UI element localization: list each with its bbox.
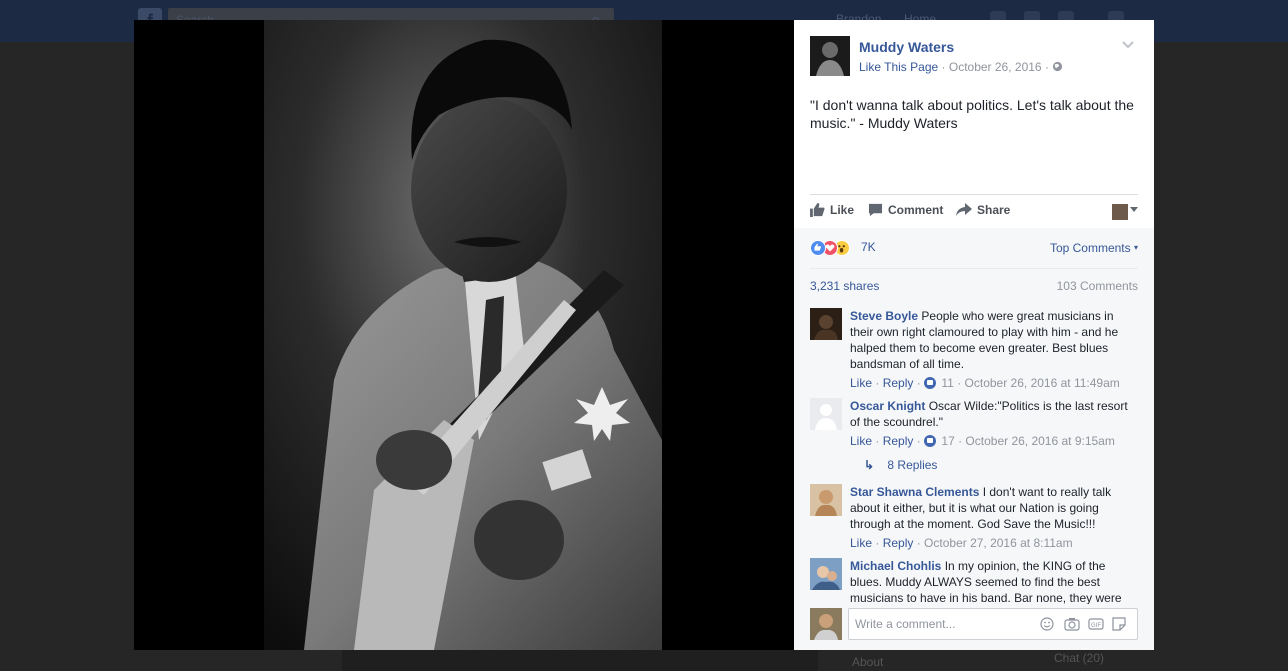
view-replies-link[interactable]: ↳ 8 Replies xyxy=(864,458,937,472)
like-page-link[interactable]: Like This Page xyxy=(859,60,938,74)
stats-row: 3,231 shares 103 Comments xyxy=(810,268,1138,303)
photo-stage[interactable] xyxy=(134,20,794,650)
comments-list[interactable]: Steve Boyle People who were great musici… xyxy=(794,302,1154,604)
post-text: "I don't wanna talk about politics. Let'… xyxy=(810,97,1134,131)
top-comments-label: Top Comments xyxy=(1049,241,1131,255)
commenter-avatar[interactable] xyxy=(810,308,842,340)
svg-text:GIF: GIF xyxy=(1091,623,1101,629)
top-comments-dropdown[interactable]: Top Comments ▾ xyxy=(1050,241,1138,255)
commenter-avatar[interactable] xyxy=(810,398,842,430)
share-label: Share xyxy=(977,203,1011,217)
comment-reply-link[interactable]: Reply xyxy=(883,536,914,550)
comment-like-link[interactable]: Like xyxy=(850,376,872,390)
comment-body: Oscar Knight Oscar Wilde:"Politics is th… xyxy=(850,398,1128,430)
comment-time[interactable]: October 27, 2016 at 8:11am xyxy=(924,536,1073,550)
meta-separator: · xyxy=(941,60,946,74)
commenter-name[interactable]: Michael Chohlis xyxy=(850,559,941,573)
comment: Michael Chohlis In my opinion, the KING … xyxy=(810,552,1132,604)
post-side-panel: Muddy Waters Like This Page · October 26… xyxy=(794,20,1154,650)
comment-body: Steve Boyle People who were great musici… xyxy=(850,308,1128,372)
post-date[interactable]: October 26, 2016 xyxy=(949,60,1042,74)
comments-count[interactable]: 103 Comments xyxy=(1057,279,1138,293)
acting-as-avatar[interactable] xyxy=(1112,204,1128,220)
camera-icon[interactable] xyxy=(1064,617,1080,631)
commenter-avatar[interactable] xyxy=(810,558,842,590)
comment-body: Star Shawna Clements I don't want to rea… xyxy=(850,484,1128,532)
post-photo xyxy=(264,20,662,650)
commenter-name[interactable]: Star Shawna Clements xyxy=(850,485,979,499)
shares-count[interactable]: 3,231 shares xyxy=(810,279,879,293)
about-link: About xyxy=(852,655,884,669)
comment-actions: Like · Reply · October 27, 2016 at 8:11a… xyxy=(850,536,1073,550)
share-arrow-icon xyxy=(956,203,972,216)
post-options-chevron-icon[interactable] xyxy=(1122,38,1134,52)
dropdown-caret-icon: ▾ xyxy=(1133,243,1138,252)
emoji-icon[interactable] xyxy=(1040,617,1054,631)
like-reaction-icon xyxy=(810,240,826,256)
like-count-icon xyxy=(924,377,937,389)
reply-arrow-icon: ↳ xyxy=(864,458,875,472)
page-avatar-image xyxy=(810,36,850,76)
meta-separator: · xyxy=(1044,60,1049,74)
comment-reply-link[interactable]: Reply xyxy=(883,434,914,448)
post-header: Muddy Waters Like This Page · October 26… xyxy=(810,36,1138,80)
commenter-name[interactable]: Oscar Knight xyxy=(850,399,925,413)
sticker-icon[interactable] xyxy=(1112,617,1126,631)
like-button[interactable]: Like xyxy=(810,203,854,217)
comment: Oscar Knight Oscar Wilde:"Politics is th… xyxy=(810,392,1132,478)
acting-as-caret-icon[interactable] xyxy=(1130,207,1138,212)
thumbs-up-icon xyxy=(810,203,825,217)
musician-photo-image xyxy=(264,20,662,650)
comment-actions: Like · Reply · 11 · October 26, 2016 at … xyxy=(850,376,1120,390)
comment-reply-link[interactable]: Reply xyxy=(883,376,914,390)
post-action-bar: Like Comment Share xyxy=(810,194,1138,229)
comment-like-link[interactable]: Like xyxy=(850,536,872,550)
reactions-bar: 7K Top Comments ▾ xyxy=(794,228,1154,268)
background-feed-strip xyxy=(342,650,818,671)
comment-label: Comment xyxy=(888,203,944,217)
commenter-name[interactable]: Steve Boyle xyxy=(850,309,918,323)
current-user-avatar xyxy=(810,608,842,640)
comment-actions: Like · Reply · 17 · October 26, 2016 at … xyxy=(850,434,1115,448)
comment-like-link[interactable]: Like xyxy=(850,434,872,448)
comment: Steve Boyle People who were great musici… xyxy=(810,302,1132,392)
stats-bar: 3,231 shares 103 Comments xyxy=(794,268,1154,303)
comment-like-count[interactable]: 11 xyxy=(941,376,953,390)
gif-icon[interactable]: GIF xyxy=(1088,617,1104,631)
comment-button[interactable]: Comment xyxy=(868,203,943,217)
post-meta: Like This Page · October 26, 2016 · xyxy=(859,60,1063,74)
globe-icon xyxy=(1052,60,1063,74)
reaction-icons[interactable] xyxy=(810,240,860,256)
commenter-avatar[interactable] xyxy=(810,484,842,516)
replies-count: 8 Replies xyxy=(887,458,938,472)
chat-link: Chat (20) xyxy=(1054,651,1105,665)
reaction-count[interactable]: 7K xyxy=(861,240,876,254)
comment-body: Michael Chohlis In my opinion, the KING … xyxy=(850,558,1128,604)
page-name-link[interactable]: Muddy Waters xyxy=(859,39,954,55)
comment-icon xyxy=(868,203,883,217)
like-count-icon xyxy=(924,435,937,447)
comment-composer: GIF xyxy=(794,604,1154,650)
comment-time[interactable]: October 26, 2016 at 11:49am xyxy=(965,376,1120,390)
share-button[interactable]: Share xyxy=(956,203,1010,217)
page-avatar[interactable] xyxy=(810,36,850,76)
like-label: Like xyxy=(830,203,855,217)
comment: Star Shawna Clements I don't want to rea… xyxy=(810,478,1132,552)
comment-like-count[interactable]: 17 xyxy=(941,434,954,448)
comment-time[interactable]: October 26, 2016 at 9:15am xyxy=(965,434,1114,448)
